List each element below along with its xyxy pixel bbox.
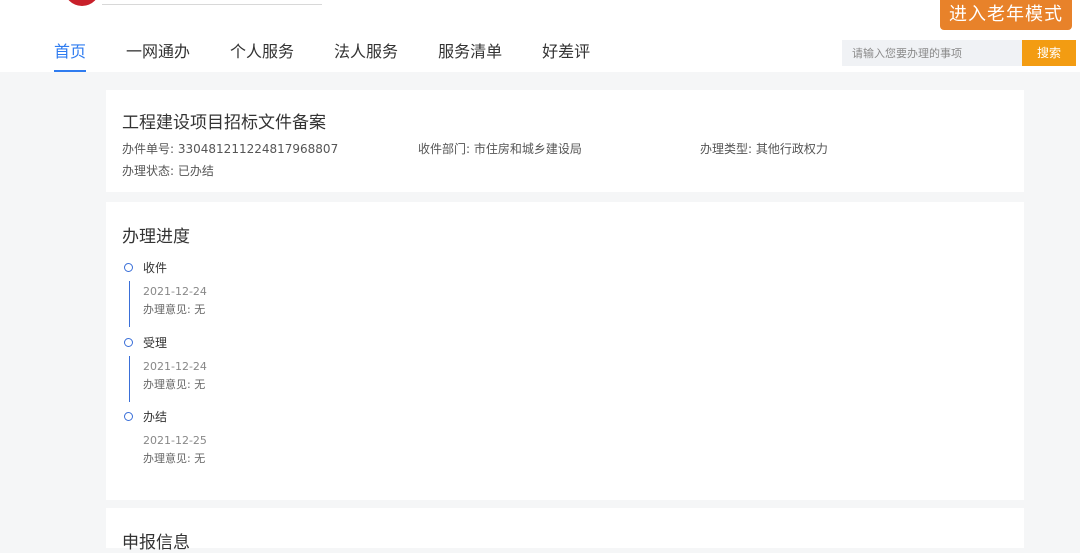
timeline-connector — [129, 281, 130, 327]
department-field: 收件部门: 市住房和城乡建设局 — [418, 140, 582, 157]
search-button[interactable]: 搜索 — [1022, 40, 1076, 66]
nav-item-one-stop[interactable]: 一网通办 — [126, 38, 190, 72]
matter-info-card: 工程建设项目招标文件备案 办件单号: 330481211224817968807… — [106, 90, 1024, 192]
step-name: 受理 — [143, 336, 168, 350]
timeline-connector — [129, 356, 130, 402]
main-nav: 首页 一网通办 个人服务 法人服务 服务清单 好差评 — [54, 38, 630, 72]
step-opinion: 办理意见: 无 — [143, 303, 206, 316]
header-divider — [102, 4, 322, 5]
application-info-title: 申报信息 — [122, 533, 190, 553]
progress-title: 办理进度 — [122, 227, 190, 247]
nav-item-personal-services[interactable]: 个人服务 — [230, 38, 294, 72]
case-number-label: 办件单号: — [122, 142, 175, 156]
progress-card: 办理进度 收件 2021-12-24 办理意见: 无 受理 2021-12-24… — [106, 202, 1024, 500]
application-info-card: 申报信息 — [106, 508, 1024, 553]
type-field: 办理类型: 其他行政权力 — [700, 140, 828, 157]
search-bar: 搜索 — [842, 40, 1076, 66]
case-number-field: 办件单号: 330481211224817968807 — [122, 140, 338, 157]
step-opinion: 办理意见: 无 — [143, 378, 206, 391]
case-number-value: 330481211224817968807 — [177, 142, 339, 156]
top-bar: 进入老年模式 首页 一网通办 个人服务 法人服务 服务清单 好差评 搜索 — [0, 0, 1080, 72]
timeline-circle-icon — [124, 338, 133, 347]
status-label: 办理状态: — [122, 164, 175, 178]
timeline-circle-icon — [124, 412, 133, 421]
search-input[interactable] — [842, 40, 1022, 66]
step-date: 2021-12-24 — [143, 360, 207, 373]
step-name: 办结 — [143, 410, 168, 424]
type-value: 其他行政权力 — [755, 142, 828, 156]
step-opinion: 办理意见: 无 — [143, 452, 206, 465]
timeline-circle-icon — [124, 263, 133, 272]
matter-title: 工程建设项目招标文件备案 — [122, 113, 326, 133]
type-label: 办理类型: — [700, 142, 753, 156]
elder-mode-button[interactable]: 进入老年模式 — [940, 0, 1072, 30]
department-label: 收件部门: — [418, 142, 471, 156]
nav-item-home[interactable]: 首页 — [54, 38, 87, 72]
site-logo[interactable] — [64, 0, 100, 6]
nav-item-review[interactable]: 好差评 — [542, 38, 590, 72]
nav-item-corporate-services[interactable]: 法人服务 — [334, 38, 398, 72]
nav-item-service-list[interactable]: 服务清单 — [438, 38, 502, 72]
step-name: 收件 — [143, 261, 168, 275]
department-value: 市住房和城乡建设局 — [473, 142, 582, 156]
step-date: 2021-12-24 — [143, 285, 207, 298]
status-field: 办理状态: 已办结 — [122, 162, 214, 179]
step-date: 2021-12-25 — [143, 434, 207, 447]
status-value: 已办结 — [177, 164, 214, 178]
